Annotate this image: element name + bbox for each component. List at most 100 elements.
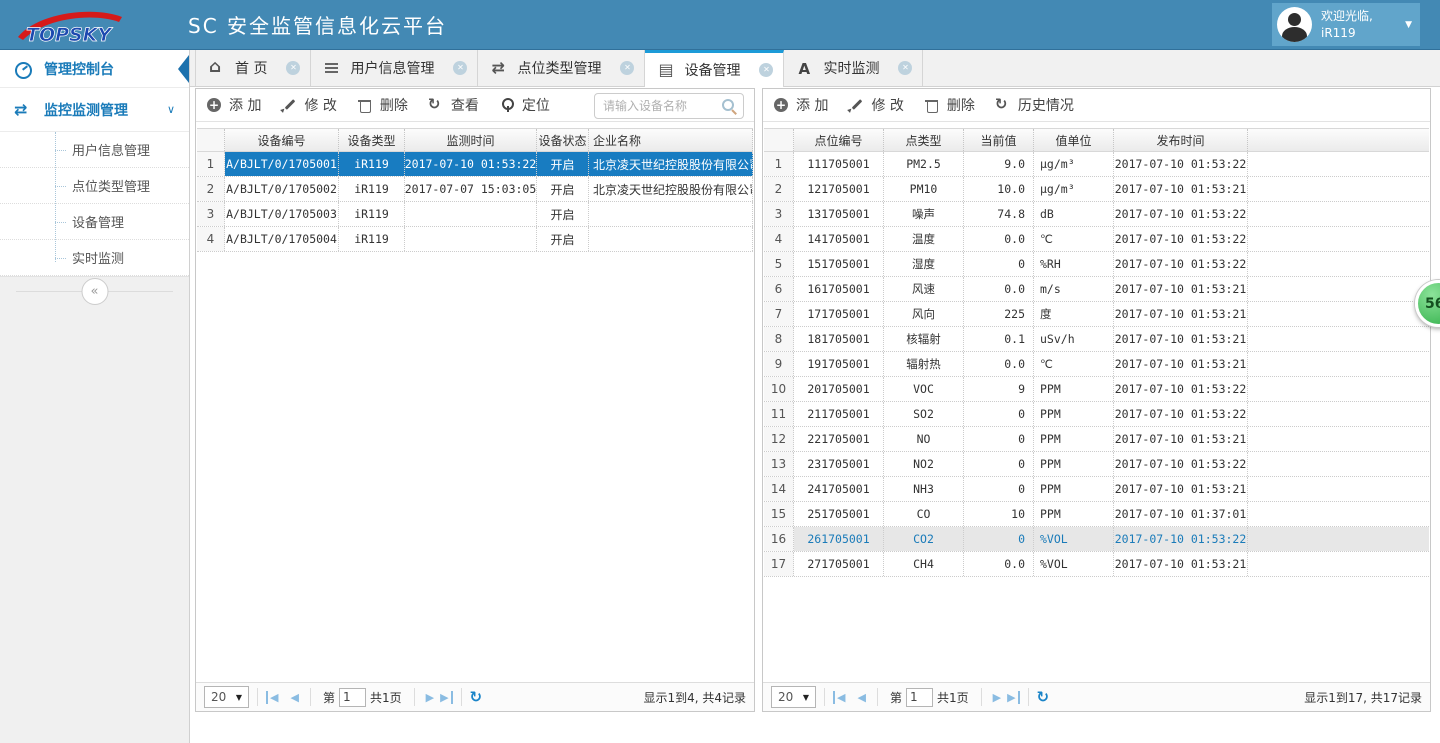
table-row[interactable]: 7 171705001 风向 225 度 2017-07-10 01:53:21 xyxy=(764,302,1429,327)
next-page-button[interactable]: ▶ xyxy=(423,691,437,704)
table-row[interactable]: 9 191705001 辐射热 0.0 ℃ 2017-07-10 01:53:2… xyxy=(764,352,1429,377)
table-row[interactable]: 8 181705001 核辐射 0.1 uSv/h 2017-07-10 01:… xyxy=(764,327,1429,352)
next-page-button[interactable]: ▶ xyxy=(990,691,1004,704)
toolbar-button-label: 查看 xyxy=(451,95,479,115)
table-row[interactable]: 11 211705001 SO2 0 PPM 2017-07-10 01:53:… xyxy=(764,402,1429,427)
table-row[interactable]: 1 111705001 PM2.5 9.0 μg/m³ 2017-07-10 0… xyxy=(764,152,1429,177)
tab[interactable]: 点位类型管理 ✕ xyxy=(478,50,645,86)
sidebar-item-monitoring-group[interactable]: 监控监测管理 ∨ xyxy=(0,88,189,132)
column-header[interactable]: 点类型 xyxy=(884,129,964,151)
company-name-cell: 北京凌天世纪控股股份有限公司 xyxy=(589,177,753,201)
tab[interactable]: 设备管理 ✕ xyxy=(645,50,784,87)
row-number: 4 xyxy=(197,227,225,251)
sidebar-subitem[interactable]: 设备管理 xyxy=(0,204,189,240)
point-code-cell: 201705001 xyxy=(794,377,884,401)
table-row[interactable]: 12 221705001 NO 0 PPM 2017-07-10 01:53:2… xyxy=(764,427,1429,452)
point-code-cell: 121705001 xyxy=(794,177,884,201)
search-icon[interactable] xyxy=(721,98,737,114)
column-header[interactable]: 设备类型 xyxy=(339,129,405,151)
collapse-sidebar-button[interactable]: « xyxy=(81,278,108,305)
monitor-toolbar: 添 加 修 改 删除 xyxy=(763,89,1430,122)
prev-page-button[interactable]: ◀ xyxy=(854,691,868,704)
toolbar-button[interactable]: 查看 xyxy=(428,95,479,115)
row-number: 1 xyxy=(764,152,794,176)
table-row[interactable]: 2 A/BJLT/0/1705002 iR119 2017-07-07 15:0… xyxy=(197,177,753,202)
point-code-cell: 151705001 xyxy=(794,252,884,276)
column-header[interactable]: 值单位 xyxy=(1034,129,1114,151)
toolbar-button[interactable]: 添 加 xyxy=(206,95,261,115)
page-size-select[interactable]: 20 ▼ xyxy=(204,686,249,708)
edit-icon xyxy=(281,97,297,113)
toolbar-button[interactable]: 定位 xyxy=(499,95,550,115)
column-header[interactable]: 当前值 xyxy=(964,129,1034,151)
row-number: 7 xyxy=(764,302,794,326)
table-row[interactable]: 3 A/BJLT/0/1705003 iR119 开启 xyxy=(197,202,753,227)
tab[interactable]: 实时监测 ✕ xyxy=(784,50,923,86)
divider xyxy=(877,688,878,706)
page-number-input[interactable] xyxy=(339,688,366,707)
publish-time-cell: 2017-07-10 01:53:21 xyxy=(1114,302,1248,326)
table-row[interactable]: 3 131705001 噪声 74.8 dB 2017-07-10 01:53:… xyxy=(764,202,1429,227)
table-row[interactable]: 4 A/BJLT/0/1705004 iR119 开启 xyxy=(197,227,753,252)
last-page-button[interactable]: ▶ xyxy=(1004,691,1019,704)
column-header[interactable]: 点位编号 xyxy=(794,129,884,151)
page-size-select[interactable]: 20 ▼ xyxy=(771,686,816,708)
toolbar-button[interactable]: 历史情况 xyxy=(995,95,1074,115)
table-row[interactable]: 4 141705001 温度 0.0 ℃ 2017-07-10 01:53:22 xyxy=(764,227,1429,252)
page-number-input[interactable] xyxy=(906,688,933,707)
sidebar-item-console[interactable]: 管理控制台 xyxy=(0,50,189,88)
refresh-icon[interactable]: ↻ xyxy=(1037,688,1050,706)
table-row[interactable]: 13 231705001 NO2 0 PPM 2017-07-10 01:53:… xyxy=(764,452,1429,477)
close-icon[interactable]: ✕ xyxy=(620,61,634,75)
current-value-cell: 0.0 xyxy=(964,552,1034,576)
current-value-cell: 0 xyxy=(964,452,1034,476)
table-row[interactable]: 5 151705001 湿度 0 %RH 2017-07-10 01:53:22 xyxy=(764,252,1429,277)
toolbar-button[interactable]: 修 改 xyxy=(848,95,903,115)
point-type-cell: PM10 xyxy=(884,177,964,201)
column-header[interactable]: 设备编号 xyxy=(225,129,339,151)
filler-cell xyxy=(1248,427,1429,451)
column-header[interactable]: 发布时间 xyxy=(1114,129,1248,151)
user-menu[interactable]: 欢迎光临, iR119 ▼ xyxy=(1272,3,1420,46)
column-header[interactable]: 设备状态 xyxy=(537,129,589,151)
divider xyxy=(310,688,311,706)
toolbar-button[interactable]: 删除 xyxy=(924,95,975,115)
sidebar-footer: « xyxy=(0,276,189,743)
current-value-cell: 0 xyxy=(964,477,1034,501)
close-icon[interactable]: ✕ xyxy=(286,61,300,75)
table-row[interactable]: 14 241705001 NH3 0 PPM 2017-07-10 01:53:… xyxy=(764,477,1429,502)
column-header[interactable]: 监测时间 xyxy=(405,129,537,151)
value-unit-cell: m/s xyxy=(1034,277,1114,301)
table-row[interactable]: 10 201705001 VOC 9 PPM 2017-07-10 01:53:… xyxy=(764,377,1429,402)
search-input[interactable] xyxy=(603,99,721,113)
table-row[interactable]: 17 271705001 CH4 0.0 %VOL 2017-07-10 01:… xyxy=(764,552,1429,577)
edit-icon xyxy=(848,97,864,113)
sidebar-subitem[interactable]: 实时监测 xyxy=(0,240,189,276)
table-row[interactable]: 6 161705001 风速 0.0 m/s 2017-07-10 01:53:… xyxy=(764,277,1429,302)
table-row[interactable]: 16 261705001 CO2 0 %VOL 2017-07-10 01:53… xyxy=(764,527,1429,552)
first-page-button[interactable]: ◀ xyxy=(266,691,281,704)
toolbar-button[interactable]: 删除 xyxy=(357,95,408,115)
close-icon[interactable]: ✕ xyxy=(759,63,773,77)
prev-page-button[interactable]: ◀ xyxy=(287,691,301,704)
first-page-button[interactable]: ◀ xyxy=(833,691,848,704)
delete-icon xyxy=(924,97,940,113)
sidebar-subitem[interactable]: 用户信息管理 xyxy=(0,132,189,168)
column-header[interactable]: 企业名称 xyxy=(589,129,753,151)
tab[interactable]: 首 页 ✕ xyxy=(195,50,311,86)
table-row[interactable]: 15 251705001 CO 10 PPM 2017-07-10 01:37:… xyxy=(764,502,1429,527)
last-page-button[interactable]: ▶ xyxy=(437,691,452,704)
current-value-cell: 0 xyxy=(964,527,1034,551)
table-row[interactable]: 2 121705001 PM10 10.0 μg/m³ 2017-07-10 0… xyxy=(764,177,1429,202)
table-row[interactable]: 1 A/BJLT/0/1705001 iR119 2017-07-10 01:5… xyxy=(197,152,753,177)
toolbar-button[interactable]: 修 改 xyxy=(281,95,336,115)
refresh-icon[interactable]: ↻ xyxy=(470,688,483,706)
close-icon[interactable]: ✕ xyxy=(898,61,912,75)
sidebar-subitem[interactable]: 点位类型管理 xyxy=(0,168,189,204)
tab[interactable]: 用户信息管理 ✕ xyxy=(311,50,478,86)
tab-label: 首 页 xyxy=(235,58,267,78)
close-icon[interactable]: ✕ xyxy=(453,61,467,75)
page-total-label: 共1页 xyxy=(937,689,969,706)
point-type-cell: SO2 xyxy=(884,402,964,426)
toolbar-button[interactable]: 添 加 xyxy=(773,95,828,115)
